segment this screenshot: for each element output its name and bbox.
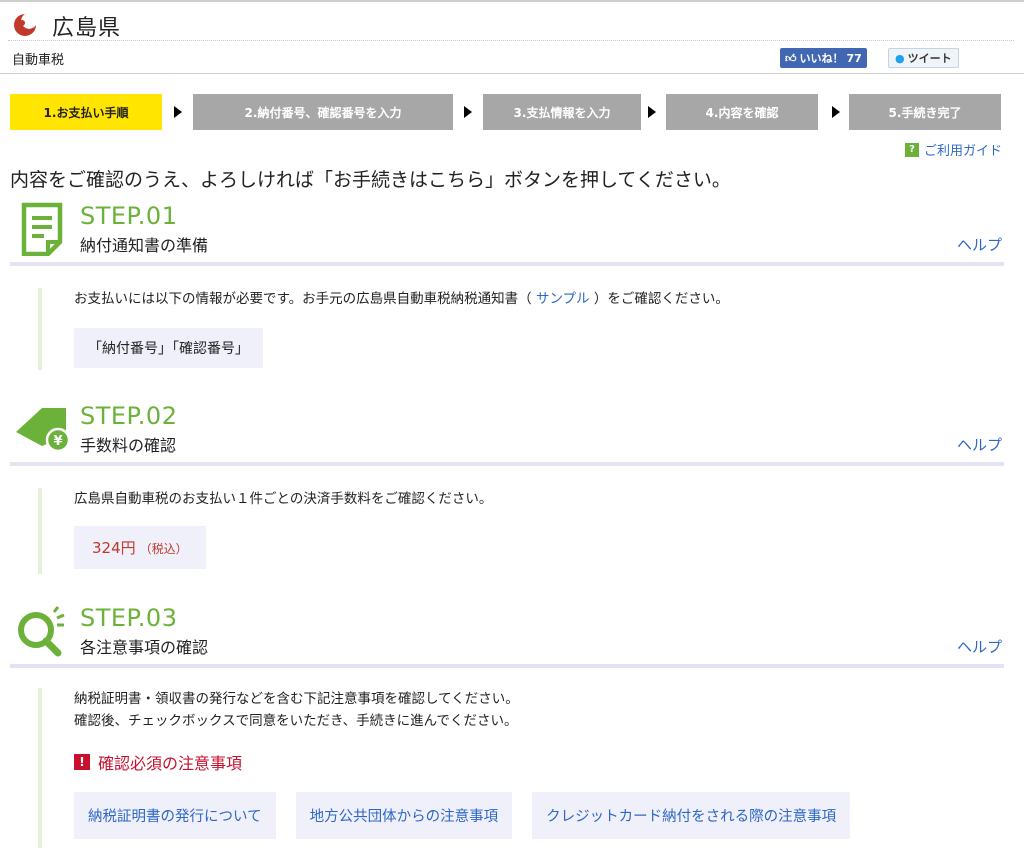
step-03-divider xyxy=(10,664,1004,668)
step-01-subtitle: 納付通知書の準備 xyxy=(80,236,209,255)
step-01-section: STEP.01 納付通知書の準備 ヘルプ お支払いには以下の情報が必要です。お手… xyxy=(10,202,1004,374)
step-02-divider xyxy=(10,462,1004,466)
like-label: いいね！ xyxy=(799,52,844,65)
page-header: 広島県 自動車税 👍︎ いいね！ 77 ● ツイート xyxy=(0,2,1024,74)
sample-link[interactable]: サンプル xyxy=(536,291,590,307)
like-count: 77 xyxy=(846,51,862,65)
facebook-like-button[interactable]: 👍︎ いいね！ 77 xyxy=(780,48,867,68)
document-icon xyxy=(21,202,63,256)
step-02-help-link[interactable]: ヘルプ xyxy=(957,434,1002,455)
progress-arrow-icon xyxy=(648,106,656,118)
magnifier-icon xyxy=(18,606,65,657)
service-name: 自動車税 xyxy=(12,53,65,68)
step-02-section: ¥ STEP.02 手数料の確認 ヘルプ 広島県自動車税のお支払い１件ごとの決済… xyxy=(10,402,1004,574)
step-01-description: お支払いには以下の情報が必要です。お手元の広島県自動車税納税通知書（ サンプル … xyxy=(74,288,729,310)
fee-box: 324円 （税込） xyxy=(74,526,206,569)
required-notices-heading: ! 確認必須の注意事項 xyxy=(74,750,850,774)
usage-guide-link[interactable]: ? ご利用ガイド xyxy=(904,140,1002,159)
usage-guide-label: ご利用ガイド xyxy=(923,144,1002,159)
step-02-subtitle: 手数料の確認 xyxy=(80,436,177,455)
step-01-text-pre: お支払いには以下の情報が必要です。お手元の広島県自動車税納税通知書（ xyxy=(74,291,532,307)
step-02-body: 広島県自動車税のお支払い１件ごとの決済手数料をご確認ください。 324円 （税込） xyxy=(38,488,492,574)
progress-arrow-icon xyxy=(464,106,472,118)
header-divider xyxy=(8,40,1014,41)
step-03-description-line2: 確認後、チェックボックスで同意をいただき、手続きに進んでください。 xyxy=(74,713,518,729)
twitter-bird-icon: ● xyxy=(895,51,905,65)
thumbs-up-icon: 👍︎ xyxy=(785,51,797,65)
step-02-description: 広島県自動車税のお支払い１件ごとの決済手数料をご確認ください。 xyxy=(74,491,493,507)
fee-tax-note: （税込） xyxy=(139,542,188,556)
step-03-help-link[interactable]: ヘルプ xyxy=(957,636,1002,657)
step-03-subtitle: 各注意事項の確認 xyxy=(80,638,209,657)
exclamation-icon: ! xyxy=(74,754,90,770)
step-03-section: STEP.03 各注意事項の確認 ヘルプ 納税証明書・領収書の発行などを含む下記… xyxy=(10,604,1004,854)
yen-ticket-icon: ¥ xyxy=(16,408,71,453)
progress-step-4: 4.内容を確認 xyxy=(666,94,818,130)
step-01-title: STEP.01 xyxy=(80,202,178,230)
prefecture-logo-icon xyxy=(14,14,36,36)
question-icon: ? xyxy=(904,142,919,157)
required-numbers-box: 「納付番号」「確認番号」 xyxy=(74,328,263,368)
step-01-body: お支払いには以下の情報が必要です。お手元の広島県自動車税納税通知書（ サンプル … xyxy=(38,288,729,370)
progress-step-3: 3.支払情報を入力 xyxy=(483,94,641,130)
step-03-body: 納税証明書・領収書の発行などを含む下記注意事項を確認してください。 確認後、チェ… xyxy=(38,688,851,848)
step-01-help-link[interactable]: ヘルプ xyxy=(957,234,1002,255)
notice-credit-card-link[interactable]: クレジットカード納付をされる際の注意事項 xyxy=(532,792,851,839)
page-instruction: 内容をご確認のうえ、よろしければ「お手続きはこちら」ボタンを押してください。 xyxy=(10,169,731,191)
required-notices-label: 確認必須の注意事項 xyxy=(98,754,243,773)
step-03-title: STEP.03 xyxy=(80,604,178,632)
step-02-title: STEP.02 xyxy=(80,402,178,430)
notice-links: 納税証明書の発行について 地方公共団体からの注意事項 クレジットカード納付をされ… xyxy=(74,792,851,839)
prefecture-title: 広島県 xyxy=(52,16,122,41)
step-03-description-line1: 納税証明書・領収書の発行などを含む下記注意事項を確認してください。 xyxy=(74,691,519,707)
progress-step-2: 2.納付番号、確認番号を入力 xyxy=(193,94,453,130)
svg-text:¥: ¥ xyxy=(53,434,62,449)
tweet-label: ツイート xyxy=(907,52,952,65)
tweet-button[interactable]: ● ツイート xyxy=(888,48,959,68)
notice-tax-certificate-link[interactable]: 納税証明書の発行について xyxy=(74,792,276,839)
step-01-divider xyxy=(10,262,1004,266)
progress-arrow-icon xyxy=(174,106,182,118)
progress-step-1: 1.お支払い手順 xyxy=(10,94,162,130)
progress-arrow-icon xyxy=(832,106,840,118)
fee-amount: 324円 xyxy=(92,539,136,557)
notice-local-government-link[interactable]: 地方公共団体からの注意事項 xyxy=(295,792,513,839)
step-01-text-post: ）をご確認ください。 xyxy=(593,291,729,307)
progress-step-5: 5.手続き完了 xyxy=(849,94,1001,130)
